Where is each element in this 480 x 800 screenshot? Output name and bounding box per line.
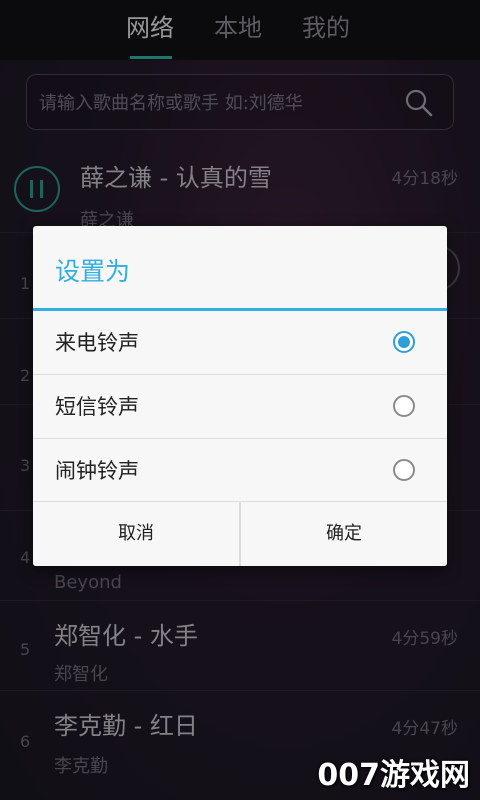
option-label: 来电铃声 xyxy=(55,331,139,355)
dialog-title: 设置为 xyxy=(55,257,131,286)
cancel-button[interactable]: 取消 xyxy=(33,502,239,566)
radio-checked-icon[interactable] xyxy=(393,331,415,353)
option-ringtone-alarm[interactable]: 闹钟铃声 xyxy=(33,439,447,502)
option-label: 闹钟铃声 xyxy=(55,459,139,483)
option-label: 短信铃声 xyxy=(55,395,139,419)
set-ringtone-dialog: 设置为 来电铃声 短信铃声 闹钟铃声 取消 确定 xyxy=(33,226,447,566)
radio-unchecked-icon[interactable] xyxy=(393,459,415,481)
watermark-logo: 007游戏网 xyxy=(317,758,470,793)
radio-unchecked-icon[interactable] xyxy=(393,395,415,417)
confirm-button[interactable]: 确定 xyxy=(241,502,447,566)
option-ringtone-call[interactable]: 来电铃声 xyxy=(33,311,447,374)
music-app: 网络 本地 我的 薛之谦 - 认真的雪 薛之谦 4分18秒 1 2 3 4 Be… xyxy=(0,0,480,800)
option-ringtone-sms[interactable]: 短信铃声 xyxy=(33,375,447,438)
